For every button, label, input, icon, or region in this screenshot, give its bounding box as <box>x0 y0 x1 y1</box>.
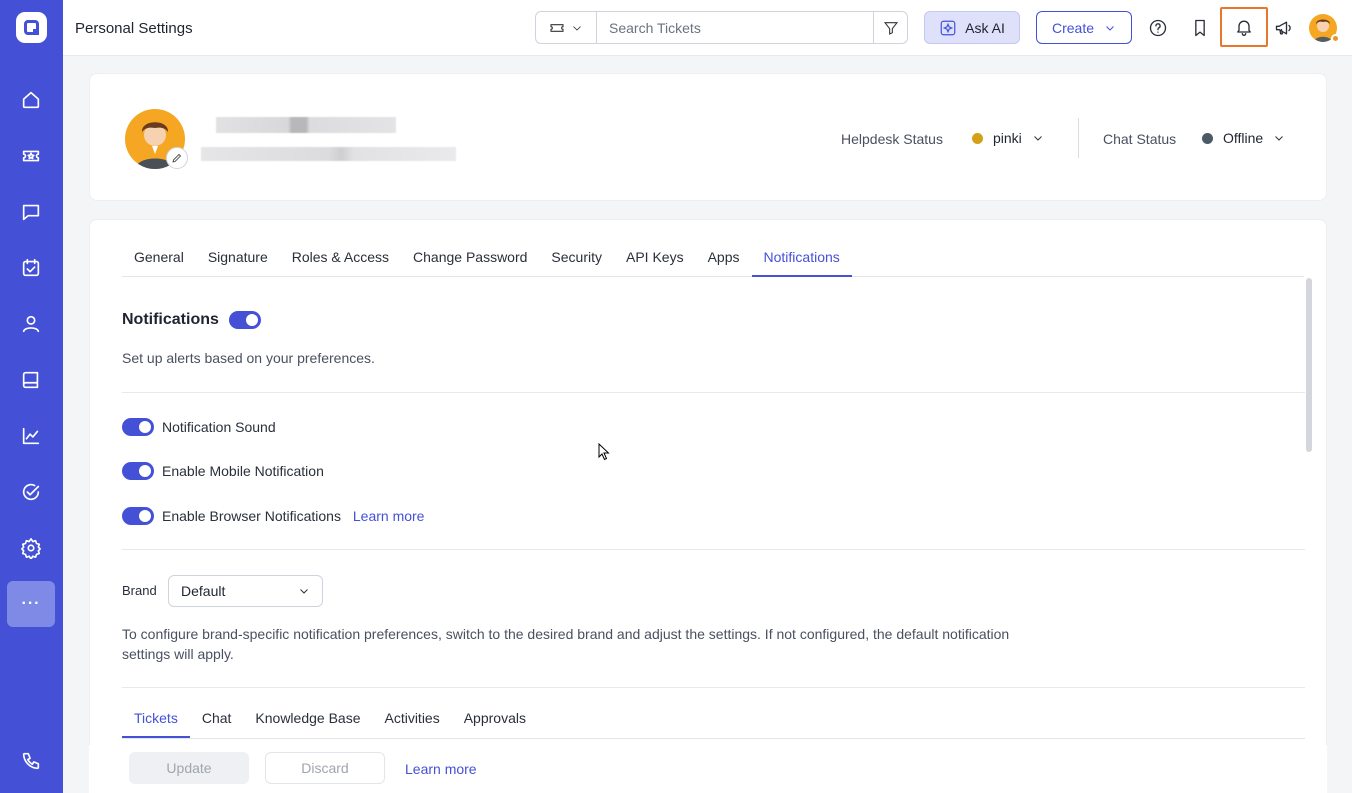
subtab-approvals[interactable]: Approvals <box>452 700 538 738</box>
divider <box>1078 118 1079 158</box>
browser-notification-label: Enable Browser Notifications <box>162 508 341 524</box>
more-icon[interactable]: ··· <box>7 581 55 627</box>
mouse-cursor-icon <box>598 443 610 461</box>
helpdesk-status-label: Helpdesk Status <box>841 131 943 147</box>
tab-general[interactable]: General <box>122 238 196 277</box>
phone-icon[interactable] <box>7 738 55 784</box>
notification-sound-label: Notification Sound <box>162 419 276 435</box>
divider <box>122 549 1305 550</box>
chat-status-dropdown[interactable]: Offline <box>1202 124 1285 152</box>
notification-bell-icon[interactable] <box>1220 7 1268 47</box>
create-button[interactable]: Create <box>1036 11 1132 44</box>
section-description: Set up alerts based on your preferences. <box>122 350 375 366</box>
calendar-check-icon[interactable] <box>7 245 55 291</box>
book-icon[interactable] <box>7 357 55 403</box>
tab-apps[interactable]: Apps <box>696 238 752 277</box>
tab-security[interactable]: Security <box>539 238 614 277</box>
tab-roles-access[interactable]: Roles & Access <box>280 238 401 277</box>
pencil-icon <box>172 153 182 163</box>
status-dot <box>972 132 983 144</box>
home-icon[interactable] <box>7 77 55 123</box>
divider <box>122 392 1305 393</box>
brand-description: To configure brand-specific notification… <box>122 626 1010 662</box>
chevron-down-icon <box>573 25 581 31</box>
chevron-down-icon <box>1275 136 1284 141</box>
mobile-notification-label: Enable Mobile Notification <box>162 463 324 479</box>
check-circle-icon[interactable] <box>7 469 55 515</box>
chart-icon[interactable] <box>7 413 55 459</box>
search-input[interactable] <box>597 12 873 43</box>
helpdesk-status-dropdown[interactable]: pinki <box>972 124 1044 152</box>
brand-label: Brand <box>122 583 157 598</box>
discard-button[interactable]: Discard <box>265 752 385 784</box>
chevron-down-icon <box>300 589 308 594</box>
avatar-status-dot <box>1331 34 1340 43</box>
update-button[interactable]: Update <box>129 752 249 784</box>
chevron-down-icon <box>1106 25 1114 31</box>
user-icon[interactable] <box>7 301 55 347</box>
app-logo[interactable] <box>16 12 47 43</box>
search-bar <box>535 11 908 44</box>
tab-signature[interactable]: Signature <box>196 238 280 277</box>
sparkle-icon <box>940 20 956 35</box>
tab-change-password[interactable]: Change Password <box>401 238 539 277</box>
chevron-down-icon <box>1033 136 1042 141</box>
status-dot <box>1202 132 1213 144</box>
tab-api-keys[interactable]: API Keys <box>614 238 696 277</box>
user-email-redacted <box>201 147 456 161</box>
mobile-notification-toggle[interactable] <box>122 462 154 480</box>
divider <box>122 738 1305 739</box>
help-icon[interactable] <box>1141 10 1175 46</box>
subtab-knowledge-base[interactable]: Knowledge Base <box>243 700 372 738</box>
scrollbar[interactable] <box>1306 278 1312 452</box>
subtab-tickets[interactable]: Tickets <box>122 700 190 738</box>
footer-bar: Update Discard Learn more <box>89 745 1327 793</box>
browser-notification-toggle[interactable] <box>122 507 154 525</box>
ticket-icon <box>550 23 564 32</box>
megaphone-icon[interactable] <box>1267 10 1301 46</box>
section-title: Notifications <box>122 311 219 328</box>
filter-icon[interactable] <box>873 12 907 43</box>
notifications-toggle[interactable] <box>229 311 261 329</box>
gear-icon[interactable] <box>7 525 55 571</box>
top-bar: Personal Settings Ask AI Create <box>63 0 1352 56</box>
settings-card: General Signature Roles & Access Change … <box>89 219 1327 793</box>
bookmark-icon[interactable] <box>1183 10 1217 46</box>
learn-more-link[interactable]: Learn more <box>353 508 425 524</box>
brand-select[interactable]: Default <box>168 575 323 607</box>
profile-card: Helpdesk Status pinki Chat Status Offlin… <box>89 73 1327 201</box>
page-title: Personal Settings <box>75 20 193 37</box>
chat-icon[interactable] <box>7 189 55 235</box>
subtab-activities[interactable]: Activities <box>372 700 451 738</box>
notification-subtabs: Tickets Chat Knowledge Base Activities A… <box>122 700 538 738</box>
browser-notification-row: Enable Browser Notifications Learn more <box>162 508 424 524</box>
tab-notifications[interactable]: Notifications <box>751 238 852 277</box>
subtab-chat[interactable]: Chat <box>190 700 244 738</box>
chat-status-label: Chat Status <box>1103 131 1177 147</box>
search-type-dropdown[interactable] <box>536 12 597 43</box>
ask-ai-button[interactable]: Ask AI <box>924 11 1020 44</box>
edit-avatar-button[interactable] <box>166 147 188 169</box>
user-name-redacted <box>216 117 396 133</box>
notification-sound-toggle[interactable] <box>122 418 154 436</box>
settings-tabs: General Signature Roles & Access Change … <box>122 238 1304 277</box>
sidebar: ··· <box>0 0 63 793</box>
ticket-icon[interactable] <box>7 133 55 179</box>
learn-more-link[interactable]: Learn more <box>405 761 477 777</box>
divider <box>122 687 1305 688</box>
